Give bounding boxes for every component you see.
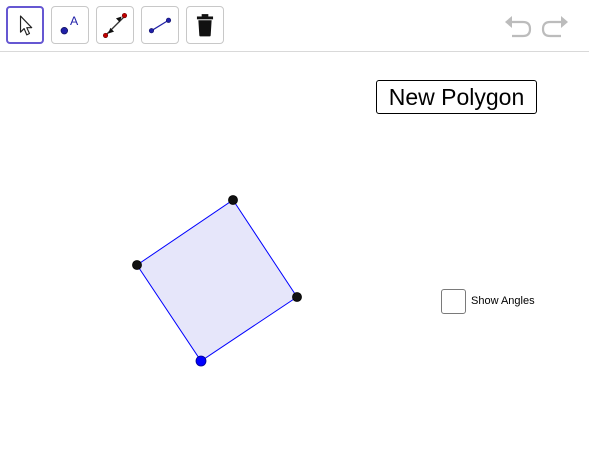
redo-button[interactable] — [540, 12, 570, 40]
undo-button[interactable] — [503, 12, 533, 40]
show-angles-checkbox[interactable]: Show Angles — [441, 287, 535, 315]
show-angles-label: Show Angles — [471, 295, 535, 307]
point-icon: A — [60, 14, 79, 35]
trash-icon — [196, 14, 214, 37]
new-polygon-button[interactable]: New Polygon — [376, 80, 537, 114]
point-tool-button[interactable]: A — [51, 6, 89, 44]
toolbar: A — [0, 0, 589, 52]
show-angles-checkbox-box[interactable] — [441, 288, 466, 314]
redo-icon — [541, 16, 568, 38]
point-icon-label: A — [70, 14, 79, 28]
polygon-vertex[interactable] — [132, 260, 142, 270]
segment-tool-button[interactable] — [141, 6, 179, 44]
move-graphics-icon — [102, 12, 128, 38]
move-tool-button[interactable] — [6, 6, 44, 44]
polygon-vertex[interactable] — [292, 292, 302, 302]
undo-icon — [505, 16, 532, 38]
polygon-vertex[interactable] — [228, 195, 238, 205]
segment-icon — [148, 17, 172, 34]
polygon[interactable] — [136, 199, 298, 362]
move-graphics-tool-button[interactable] — [96, 6, 134, 44]
graphics-canvas[interactable] — [0, 52, 589, 467]
geogebra-app: A New Polygon Show Angles — [0, 0, 589, 467]
delete-tool-button[interactable] — [186, 6, 224, 44]
polygon-vertex-free[interactable] — [195, 355, 207, 367]
arrow-cursor-icon — [19, 15, 33, 36]
